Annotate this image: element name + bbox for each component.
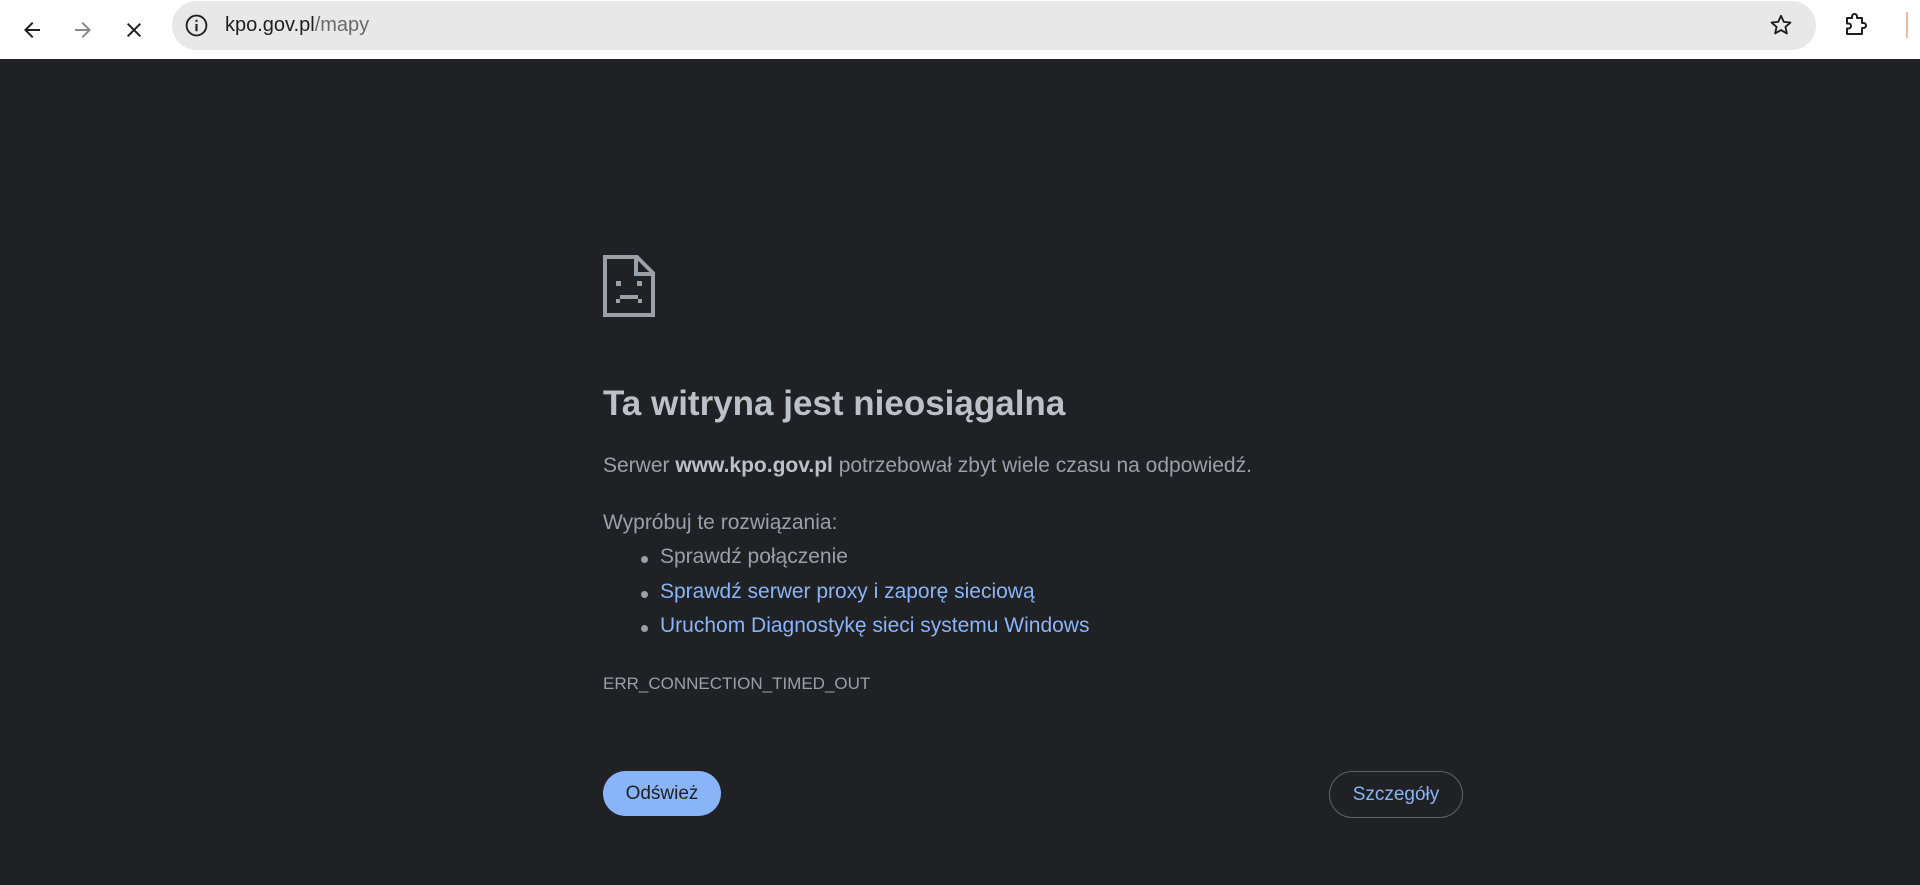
suggestion-check-connection: Sprawdź połączenie bbox=[640, 545, 1089, 580]
close-icon bbox=[127, 23, 141, 37]
suggestion-link-text[interactable]: Sprawdź serwer proxy i zaporę sieciową bbox=[660, 580, 1035, 603]
suggestion-check-proxy-link[interactable]: Sprawdź serwer proxy i zaporę sieciową bbox=[640, 580, 1089, 615]
puzzle-icon[interactable] bbox=[1838, 10, 1870, 42]
suggestions-heading: Wypróbuj te rozwiązania: bbox=[603, 511, 838, 534]
url-path: /mapy bbox=[314, 14, 370, 36]
url-host: kpo.gov.pl bbox=[225, 14, 315, 36]
description-prefix: Serwer bbox=[603, 454, 676, 477]
suggestion-text: Sprawdź połączenie bbox=[660, 545, 848, 568]
suggestions-list: Sprawdź połączenie Sprawdź serwer proxy … bbox=[640, 545, 1089, 649]
description-suffix: potrzebował zbyt wiele czasu na odpowied… bbox=[832, 454, 1252, 477]
suggestion-windows-diagnostics-link[interactable]: Uruchom Diagnostykę sieci systemu Window… bbox=[640, 614, 1089, 649]
stop-loading-button[interactable] bbox=[112, 8, 156, 52]
forward-button[interactable] bbox=[61, 8, 105, 52]
error-code: ERR_CONNECTION_TIMED_OUT bbox=[603, 674, 871, 693]
description-host: www.kpo.gov.pl bbox=[675, 454, 833, 477]
details-button[interactable]: Szczegóły bbox=[1329, 771, 1463, 818]
arrow-left-icon bbox=[24, 22, 40, 38]
browser-toolbar: kpo.gov.pl/mapy bbox=[0, 0, 1920, 59]
arrow-right-icon bbox=[75, 22, 91, 38]
error-title: Ta witryna jest nieosiągalna bbox=[603, 384, 1066, 423]
url-text[interactable]: kpo.gov.pl/mapy bbox=[225, 14, 369, 37]
star-icon[interactable] bbox=[1768, 12, 1794, 38]
error-page: Ta witryna jest nieosiągalna Serwer www.… bbox=[603, 59, 1463, 885]
back-button[interactable] bbox=[10, 8, 54, 52]
address-bar[interactable]: kpo.gov.pl/mapy bbox=[172, 1, 1816, 50]
error-description: Serwer www.kpo.gov.pl potrzebował zbyt w… bbox=[603, 454, 1252, 478]
info-icon[interactable] bbox=[184, 13, 209, 38]
reload-button[interactable]: Odśwież bbox=[603, 771, 721, 816]
sad-page-icon bbox=[603, 255, 655, 317]
suggestion-link-text[interactable]: Uruchom Diagnostykę sieci systemu Window… bbox=[660, 614, 1089, 637]
profile-indicator bbox=[1906, 12, 1908, 38]
